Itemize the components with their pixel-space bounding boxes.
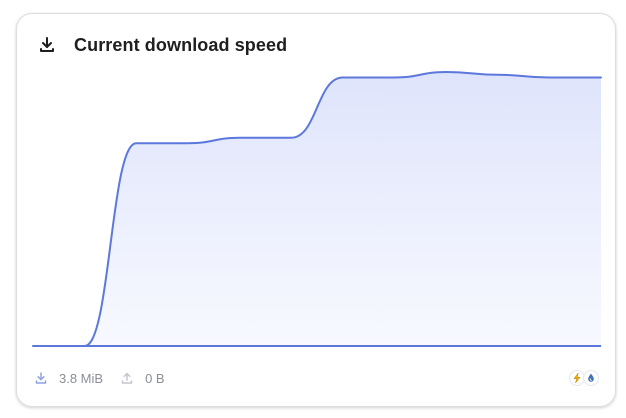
download-total: 3.8 MiB xyxy=(59,370,104,386)
download-stat: 3.8 MiB xyxy=(33,370,103,386)
drop-app-icon[interactable] xyxy=(583,370,599,386)
download-icon xyxy=(33,370,49,386)
upload-icon xyxy=(119,370,135,386)
upload-stat: 0 B xyxy=(119,370,165,386)
download-icon xyxy=(36,34,58,56)
upload-total: 0 B xyxy=(145,370,165,386)
speed-chart xyxy=(32,71,602,348)
transfer-stats: 3.8 MiB 0 B xyxy=(33,370,181,386)
download-speed-card: Current download speed 3.8 MiB 0 B xyxy=(16,13,616,407)
client-icons xyxy=(569,370,599,386)
card-header: Current download speed xyxy=(36,33,287,57)
card-footer: 3.8 MiB 0 B xyxy=(33,366,599,390)
speed-area-fill xyxy=(33,72,601,346)
card-title: Current download speed xyxy=(74,34,288,55)
